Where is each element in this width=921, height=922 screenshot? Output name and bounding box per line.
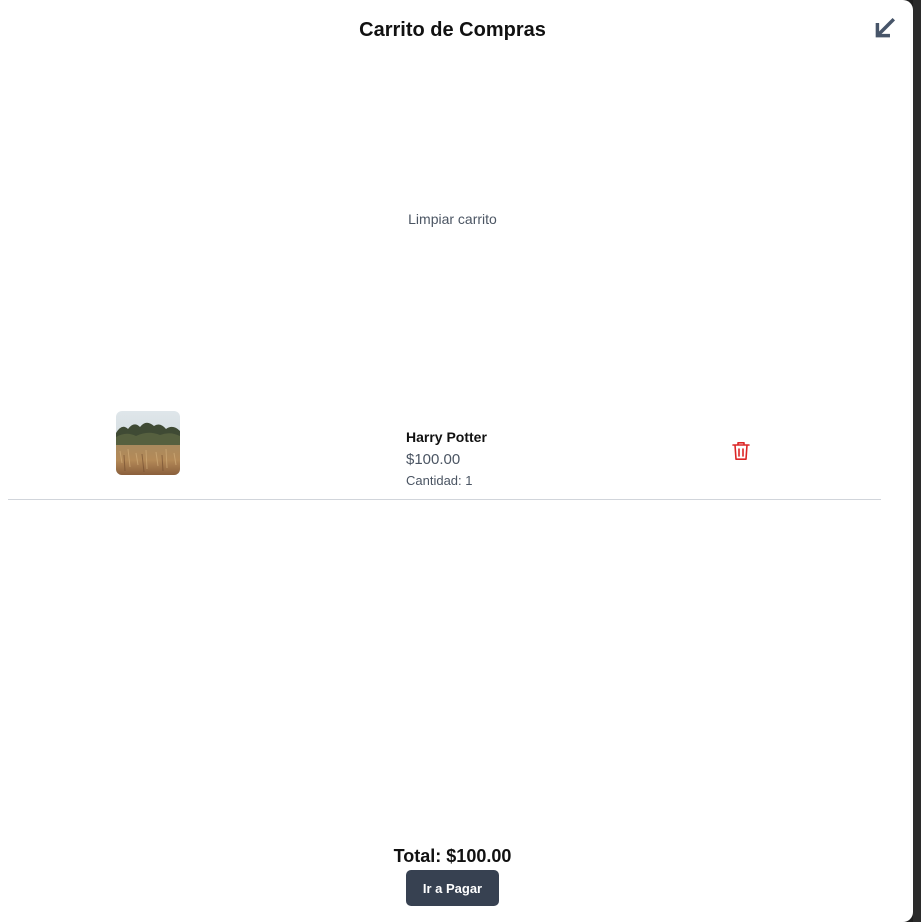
arrow-down-left-icon: [875, 17, 896, 38]
page-title: Carrito de Compras: [359, 19, 546, 41]
clear-cart-button[interactable]: Limpiar carrito: [0, 211, 905, 227]
collapse-button[interactable]: [872, 15, 898, 41]
total-value: $100.00: [446, 846, 512, 866]
total-label: Total:: [393, 846, 442, 866]
delete-item-button[interactable]: [732, 441, 750, 461]
product-thumbnail: [116, 411, 180, 475]
item-quantity-label: Cantidad:: [406, 473, 462, 488]
cart-total: Total: $100.00: [0, 846, 905, 867]
cart-item: Harry Potter $100.00 Cantidad: 1: [8, 404, 881, 500]
item-info: Harry Potter $100.00 Cantidad: 1: [406, 430, 487, 488]
item-name: Harry Potter: [406, 429, 487, 445]
item-quantity-value: 1: [465, 473, 473, 488]
trash-icon: [732, 442, 750, 460]
background-edge: [913, 0, 921, 922]
item-price: $100.00: [406, 451, 461, 468]
cart-panel: Carrito de Compras Limpiar carrito Harry…: [0, 0, 913, 922]
checkout-button[interactable]: Ir a Pagar: [406, 870, 499, 906]
item-quantity: Cantidad: 1: [406, 474, 487, 488]
